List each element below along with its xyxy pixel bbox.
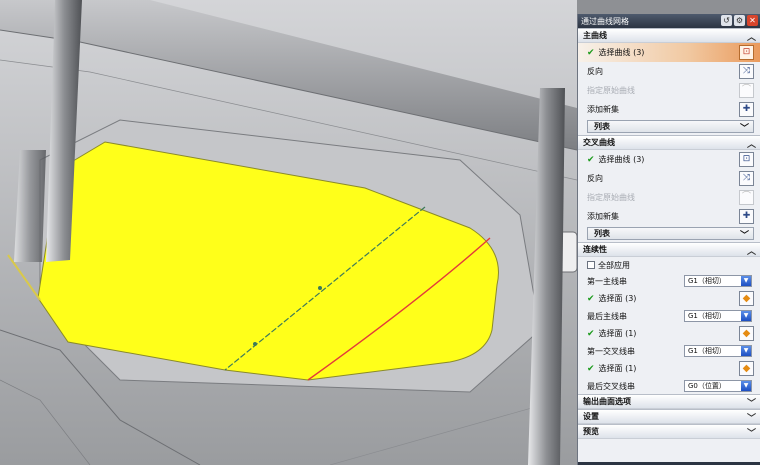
curve-point — [318, 286, 322, 290]
chevron-up-icon[interactable]: ︿ — [747, 30, 756, 43]
cad-viewport[interactable] — [0, 0, 577, 465]
primary-reverse-row: 反向 ⤨ — [578, 62, 760, 81]
last-cross-value: G0（位置） — [688, 382, 726, 390]
chevron-down-icon[interactable]: ▼ — [741, 276, 751, 286]
check-icon: ✔ — [587, 363, 595, 374]
apply-all-label: 全部应用 — [598, 260, 630, 270]
last-primary-select[interactable]: G1（相切） ▼ — [684, 310, 752, 322]
add-set-icon[interactable]: ✚ — [739, 102, 754, 117]
first-cross-value: G1（相切） — [688, 347, 726, 355]
sel-face-2-row[interactable]: ✔ 选择面 (1) ◆ — [578, 324, 760, 343]
section-primary-curves[interactable]: 主曲线 ︿ — [578, 28, 760, 43]
sel-face-1-label: 选择面 (3) — [598, 294, 637, 303]
chevron-up-icon[interactable]: ︿ — [747, 137, 756, 150]
primary-add-set-label: 添加新集 — [587, 105, 619, 114]
gear-icon[interactable]: ⚙ — [734, 15, 745, 26]
dialog-titlebar[interactable]: 通过曲线网格 ↺ ⚙ ✕ — [578, 14, 760, 28]
cross-reverse-row: 反向 ⤨ — [578, 169, 760, 188]
chevron-down-icon[interactable]: ﹀ — [747, 411, 756, 424]
section-output-options[interactable]: 输出曲面选项 ﹀ — [578, 394, 760, 409]
cross-origin-row: 指定原始曲线 ⌒ — [578, 188, 760, 207]
cross-select-curve-label: 选择曲线 (3) — [598, 155, 645, 164]
reverse-icon[interactable]: ⤨ — [739, 64, 754, 79]
through-curve-mesh-dialog: 通过曲线网格 ↺ ⚙ ✕ 主曲线 ︿ ✔ 选择曲线 (3) ⊡ 反向 ⤨ 指定原… — [577, 14, 760, 465]
chevron-down-icon: ﹀ — [739, 231, 749, 241]
origin-curve-icon: ⌒ — [739, 83, 754, 98]
select-face-icon[interactable]: ◆ — [739, 361, 754, 376]
last-cross-select[interactable]: G0（位置） ▼ — [684, 380, 752, 392]
last-primary-label: 最后主线串 — [587, 311, 627, 321]
sel-face-2-label: 选择面 (1) — [598, 329, 637, 338]
first-primary-value: G1（相切） — [688, 277, 726, 285]
curve-point — [253, 342, 257, 346]
check-icon: ✔ — [587, 328, 595, 339]
section-output-label: 输出曲面选项 — [583, 397, 631, 406]
cross-add-set-label: 添加新集 — [587, 212, 619, 221]
section-preview-label: 预览 — [583, 427, 599, 436]
primary-select-curve-row[interactable]: ✔ 选择曲线 (3) ⊡ — [578, 43, 760, 62]
check-icon: ✔ — [587, 293, 595, 304]
chevron-down-icon[interactable]: ﹀ — [747, 396, 756, 409]
add-set-icon[interactable]: ✚ — [739, 209, 754, 224]
primary-reverse-label: 反向 — [587, 67, 603, 76]
last-primary-value: G1（相切） — [688, 312, 726, 320]
section-preview[interactable]: 预览 ﹀ — [578, 424, 760, 439]
select-face-icon[interactable]: ◆ — [739, 291, 754, 306]
first-cross-label: 第一交叉线串 — [587, 346, 635, 356]
primary-list-dropdown[interactable]: 列表 ﹀ — [587, 120, 754, 134]
cross-reverse-label: 反向 — [587, 174, 603, 183]
first-primary-row: 第一主线串 G1（相切） ▼ — [578, 273, 760, 289]
sel-face-1-row[interactable]: ✔ 选择面 (3) ◆ — [578, 289, 760, 308]
primary-add-set-row: 添加新集 ✚ — [578, 100, 760, 119]
first-primary-select[interactable]: G1（相切） ▼ — [684, 275, 752, 287]
cross-select-curve-row[interactable]: ✔ 选择曲线 (3) ⊡ — [578, 150, 760, 169]
primary-origin-row: 指定原始曲线 ⌒ — [578, 81, 760, 100]
primary-origin-label: 指定原始曲线 — [587, 86, 635, 95]
select-curve-icon[interactable]: ⊡ — [739, 45, 754, 60]
section-settings[interactable]: 设置 ﹀ — [578, 409, 760, 424]
close-icon[interactable]: ✕ — [747, 15, 758, 26]
check-icon: ✔ — [587, 47, 595, 58]
select-curve-icon[interactable]: ⊡ — [739, 152, 754, 167]
cross-list-label: 列表 — [594, 229, 610, 238]
section-primary-label: 主曲线 — [583, 31, 607, 40]
chevron-down-icon[interactable]: ▼ — [741, 381, 751, 391]
sel-face-3-label: 选择面 (1) — [598, 364, 637, 373]
chevron-down-icon[interactable]: ▼ — [741, 311, 751, 321]
chevron-down-icon: ﹀ — [739, 124, 749, 134]
section-continuity[interactable]: 连续性 ︿ — [578, 242, 760, 257]
chevron-down-icon[interactable]: ﹀ — [747, 426, 756, 439]
last-cross-label: 最后交叉线串 — [587, 381, 635, 391]
section-continuity-label: 连续性 — [583, 245, 607, 254]
section-settings-label: 设置 — [583, 412, 599, 421]
model-canvas[interactable] — [0, 0, 577, 465]
first-cross-row: 第一交叉线串 G1（相切） ▼ — [578, 343, 760, 359]
cross-list-dropdown[interactable]: 列表 ﹀ — [587, 227, 754, 241]
cross-origin-label: 指定原始曲线 — [587, 193, 635, 202]
reverse-icon[interactable]: ⤨ — [739, 171, 754, 186]
cross-add-set-row: 添加新集 ✚ — [578, 207, 760, 226]
check-icon: ✔ — [587, 154, 595, 165]
primary-select-curve-label: 选择曲线 (3) — [598, 48, 645, 57]
last-cross-row: 最后交叉线串 G0（位置） ▼ — [578, 378, 760, 394]
last-primary-row: 最后主线串 G1（相切） ▼ — [578, 308, 760, 324]
apply-all-row[interactable]: 全部应用 — [578, 257, 760, 273]
chevron-down-icon[interactable]: ▼ — [741, 346, 751, 356]
reset-icon[interactable]: ↺ — [721, 15, 732, 26]
apply-all-checkbox[interactable] — [587, 261, 595, 269]
select-face-icon[interactable]: ◆ — [739, 326, 754, 341]
origin-curve-icon: ⌒ — [739, 190, 754, 205]
chevron-up-icon[interactable]: ︿ — [747, 244, 756, 257]
first-cross-select[interactable]: G1（相切） ▼ — [684, 345, 752, 357]
sel-face-3-row[interactable]: ✔ 选择面 (1) ◆ — [578, 359, 760, 378]
primary-list-label: 列表 — [594, 122, 610, 131]
dialog-title: 通过曲线网格 — [581, 16, 629, 26]
section-cross-curves[interactable]: 交叉曲线 ︿ — [578, 135, 760, 150]
first-primary-label: 第一主线串 — [587, 276, 627, 286]
section-cross-label: 交叉曲线 — [583, 138, 615, 147]
